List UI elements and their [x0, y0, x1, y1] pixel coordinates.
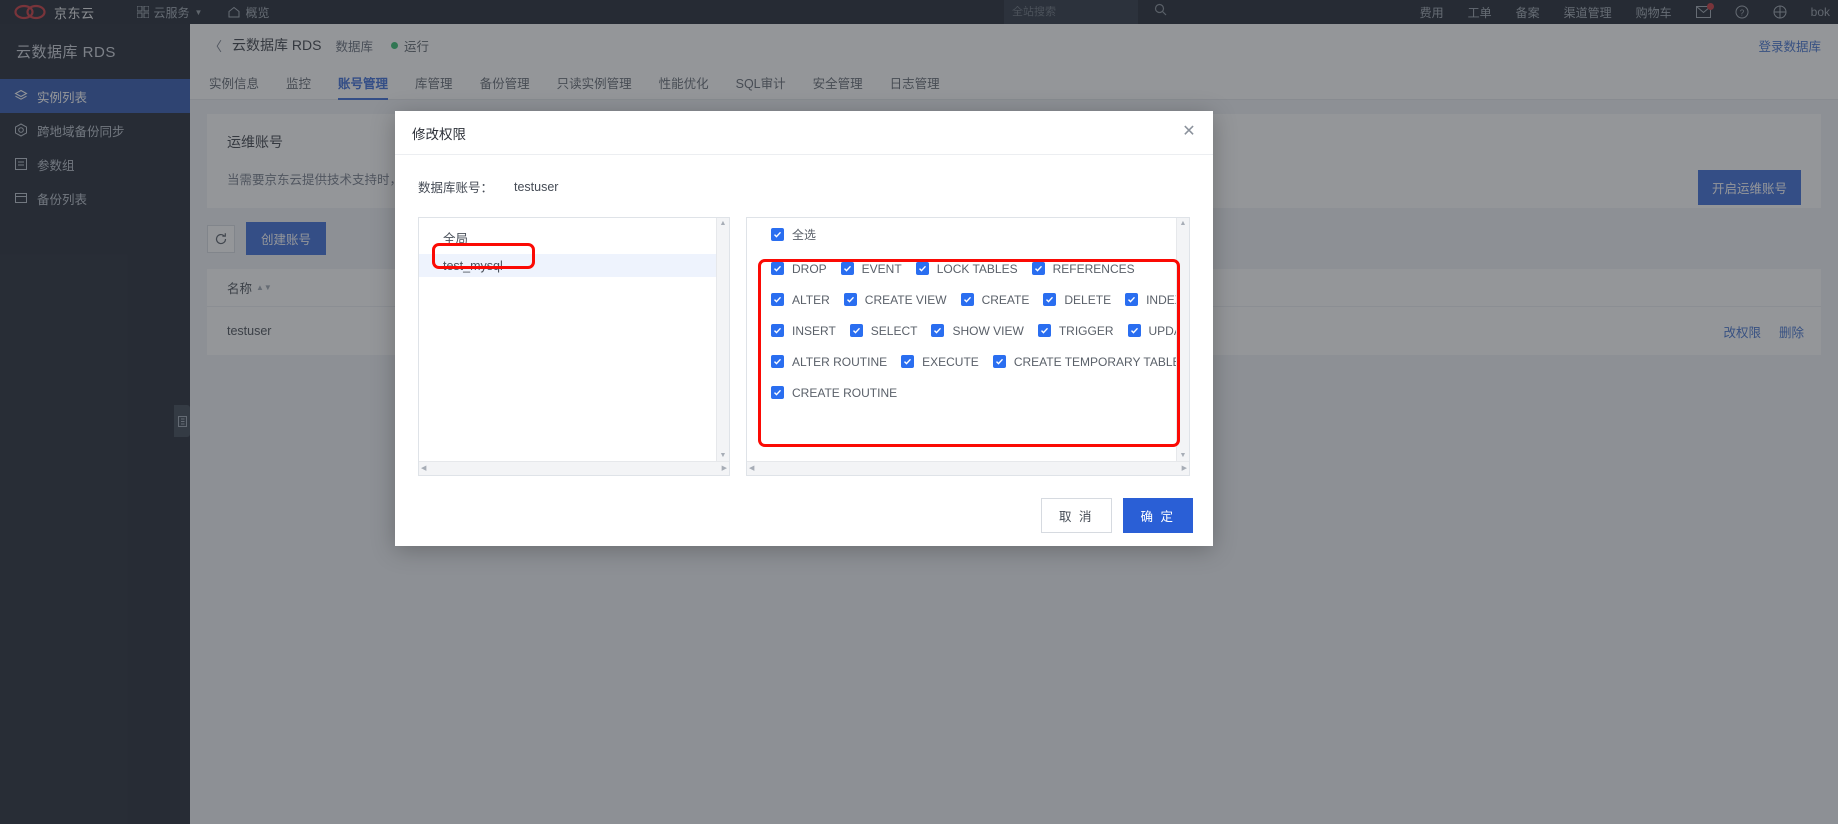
permission-create-temporary-tables[interactable]: CREATE TEMPORARY TABLES — [992, 354, 1189, 369]
permission-row: ALTER CREATE VIEW CREATE DELETE INDEX — [747, 284, 1189, 315]
checkbox-event[interactable] — [840, 262, 854, 275]
permission-create-view[interactable]: CREATE VIEW — [843, 292, 947, 307]
app-root: 京东云 云服务 ▼ — [0, 0, 1838, 824]
permission-insert[interactable]: INSERT — [771, 324, 836, 338]
database-account-label: 数据库账号： — [418, 181, 494, 195]
confirm-button[interactable]: 确 定 — [1122, 497, 1193, 533]
permission-row: ALTER ROUTINE EXECUTE CREATE TEMPORARY T… — [747, 346, 1189, 377]
permission-trigger[interactable]: TRIGGER — [1037, 323, 1114, 338]
permission-list-vscrollbar[interactable]: ▲ ▼ — [1176, 218, 1189, 461]
checkbox-create-view[interactable] — [843, 293, 857, 306]
permission-label: LOCK TABLES — [936, 261, 1018, 276]
scroll-down-icon[interactable]: ▼ — [720, 452, 727, 459]
permission-label: INSERT — [792, 323, 836, 338]
select-all-label: 全选 — [792, 228, 817, 242]
permission-label: CREATE ROUTINE — [792, 385, 898, 400]
cancel-button[interactable]: 取 消 — [1041, 497, 1112, 533]
checkbox-delete[interactable] — [1043, 293, 1057, 306]
checkbox-references[interactable] — [1031, 262, 1045, 275]
checkbox-index[interactable] — [1125, 293, 1139, 306]
select-all-checkbox[interactable] — [771, 228, 784, 241]
database-account-value: testuser — [514, 179, 559, 194]
checkbox-alter-routine[interactable] — [771, 355, 784, 368]
scroll-left-icon[interactable]: ◀ — [749, 465, 754, 472]
permission-create[interactable]: CREATE — [960, 292, 1030, 307]
database-list-inner: 全局 test_mysql ▲ ▼ — [419, 218, 729, 461]
permission-label: CREATE VIEW — [864, 292, 947, 307]
checkbox-update[interactable] — [1127, 324, 1141, 337]
permission-index[interactable]: INDEX — [1125, 293, 1183, 307]
checkbox-execute[interactable] — [901, 355, 915, 368]
modify-permission-modal: 修改权限 ✕ 数据库账号： testuser 全局 test_mysql ▲ ▼ — [395, 111, 1213, 546]
permission-list-pane: 全选 DROP EVENT LOCK TABLES REFERENCES ALT… — [746, 217, 1190, 476]
checkbox-drop[interactable] — [771, 262, 784, 275]
permission-select[interactable]: SELECT — [849, 323, 918, 338]
checkbox-alter[interactable] — [771, 293, 784, 306]
select-all-row[interactable]: 全选 — [747, 218, 1189, 243]
scroll-right-icon[interactable]: ▶ — [1182, 465, 1187, 472]
permission-show-view[interactable]: SHOW VIEW — [931, 323, 1024, 338]
modal-footer: 取 消 确 定 — [395, 484, 1213, 546]
permission-label: DROP — [792, 261, 827, 276]
permission-label: CREATE TEMPORARY TABLES — [1013, 354, 1189, 369]
permission-create-routine[interactable]: CREATE ROUTINE — [771, 386, 897, 400]
permission-row: INSERT SELECT SHOW VIEW TRIGGER UPD — [747, 315, 1189, 346]
permission-label: CREATE — [981, 292, 1030, 307]
permission-delete[interactable]: DELETE — [1043, 293, 1111, 307]
scroll-down-icon[interactable]: ▼ — [1180, 452, 1187, 459]
permission-list-hscrollbar[interactable]: ◀ ▶ — [747, 461, 1189, 475]
permission-row: DROP EVENT LOCK TABLES REFERENCES — [747, 253, 1189, 284]
permission-label: SHOW VIEW — [952, 323, 1024, 338]
modal-title: 修改权限 — [412, 126, 466, 142]
permission-event[interactable]: EVENT — [840, 261, 902, 276]
permission-grid: DROP EVENT LOCK TABLES REFERENCES ALTER … — [747, 243, 1189, 408]
database-list-hscrollbar[interactable]: ◀ ▶ — [419, 461, 729, 475]
permission-references[interactable]: REFERENCES — [1031, 261, 1135, 276]
permission-lock-tables[interactable]: LOCK TABLES — [915, 261, 1018, 276]
permission-label: ALTER ROUTINE — [792, 354, 888, 369]
permission-alter[interactable]: ALTER — [771, 293, 830, 307]
checkbox-select[interactable] — [849, 324, 863, 337]
permission-drop[interactable]: DROP — [771, 262, 827, 276]
database-list-pane: 全局 test_mysql ▲ ▼ ◀ ▶ — [418, 217, 730, 476]
database-list-item[interactable]: test_mysql — [419, 254, 729, 277]
scroll-left-icon[interactable]: ◀ — [421, 465, 426, 472]
permission-label: TRIGGER — [1058, 323, 1114, 338]
checkbox-create-routine[interactable] — [771, 386, 784, 399]
checkbox-show-view[interactable] — [931, 324, 945, 337]
database-list-vscrollbar[interactable]: ▲ ▼ — [716, 218, 729, 461]
checkbox-trigger[interactable] — [1037, 324, 1051, 337]
permission-execute[interactable]: EXECUTE — [901, 355, 979, 369]
permission-label: REFERENCES — [1052, 261, 1135, 276]
close-icon[interactable]: ✕ — [1179, 122, 1199, 142]
permission-label: SELECT — [870, 323, 918, 338]
global-scope-label: 全局 — [443, 232, 469, 246]
scroll-right-icon[interactable]: ▶ — [722, 465, 727, 472]
permission-label: EVENT — [861, 261, 902, 276]
checkbox-create-temporary-tables[interactable] — [992, 355, 1006, 368]
permission-label: ALTER — [792, 292, 830, 307]
permission-label: DELETE — [1064, 292, 1112, 307]
modal-header: 修改权限 ✕ — [395, 111, 1213, 155]
permission-list-inner: 全选 DROP EVENT LOCK TABLES REFERENCES ALT… — [747, 218, 1189, 461]
permission-label: EXECUTE — [922, 354, 979, 369]
permission-row: CREATE ROUTINE — [747, 377, 1189, 408]
database-account-row: 数据库账号： testuser — [395, 155, 1213, 196]
scroll-up-icon[interactable]: ▲ — [720, 220, 727, 227]
checkbox-insert[interactable] — [771, 324, 784, 337]
scroll-up-icon[interactable]: ▲ — [1180, 220, 1187, 227]
checkbox-lock-tables[interactable] — [915, 262, 929, 275]
checkbox-create[interactable] — [960, 293, 974, 306]
permission-alter-routine[interactable]: ALTER ROUTINE — [771, 355, 887, 369]
permission-panes: 全局 test_mysql ▲ ▼ ◀ ▶ 全选 DROP EVENT LOCK… — [395, 196, 1213, 476]
